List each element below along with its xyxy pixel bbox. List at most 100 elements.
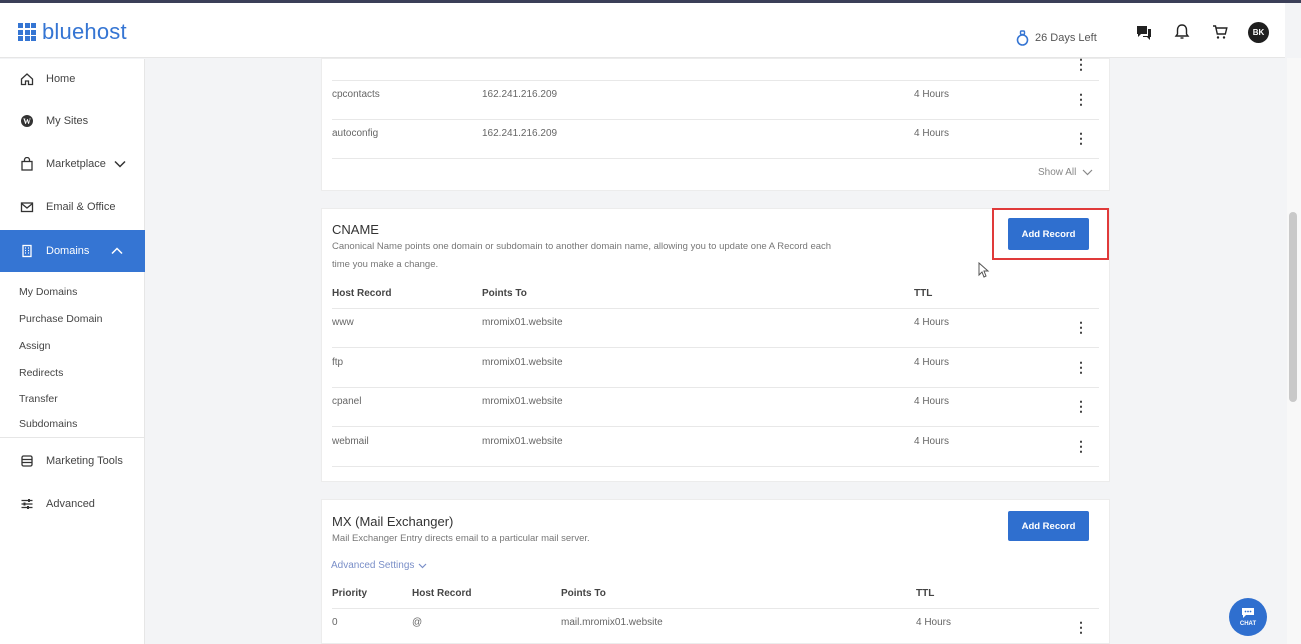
sidebar-item-label: Advanced — [46, 498, 95, 510]
highlight-annotation-box — [992, 208, 1109, 260]
mx-card: MX (Mail Exchanger) Mail Exchanger Entry… — [321, 499, 1110, 644]
brand-name: bluehost — [42, 19, 127, 44]
column-host-record: Host Record — [412, 588, 472, 599]
chat-label: CHAT — [1239, 621, 1257, 627]
sidebar-sub-redirects[interactable]: Redirects — [19, 367, 63, 379]
sidebar-sub-purchase-domain[interactable]: Purchase Domain — [19, 313, 102, 325]
sliders-icon — [21, 499, 33, 509]
sidebar-item-label: Marketplace — [46, 158, 106, 170]
column-ttl: TTL — [916, 588, 935, 599]
sidebar-item-label: Email & Office — [46, 201, 116, 213]
points-to-cell: mail.mromix01.website — [561, 617, 663, 628]
page-scrollbar-thumb[interactable] — [1289, 212, 1297, 402]
row-divider — [332, 608, 1099, 609]
bag-icon — [21, 157, 33, 171]
sidebar-sub-transfer[interactable]: Transfer — [19, 393, 58, 405]
sidebar-sub-subdomains[interactable]: Subdomains — [19, 418, 77, 430]
cname-description-line2: time you make a change. — [332, 259, 439, 270]
sidebar-item-marketplace[interactable]: Marketplace — [0, 144, 145, 184]
svg-text:W: W — [23, 117, 31, 126]
show-all-label: Show All — [1038, 167, 1077, 178]
row-menu-kebab[interactable]: ⋮ — [1074, 360, 1088, 374]
points-to-cell: mromix01.website — [482, 396, 563, 407]
cname-title: CNAME — [332, 222, 379, 237]
trial-status[interactable]: 26 Days Left — [1016, 30, 1097, 46]
user-avatar[interactable]: BK — [1248, 22, 1269, 43]
trial-days-left: 26 Days Left — [1035, 32, 1097, 44]
sidebar-item-home[interactable]: Home — [0, 59, 145, 99]
row-divider — [332, 119, 1099, 120]
sidebar-item-email-office[interactable]: Email & Office — [0, 187, 145, 227]
sidebar-sub-my-domains[interactable]: My Domains — [19, 286, 77, 298]
column-points-to: Points To — [561, 588, 606, 599]
host-record-cell: autoconfig — [332, 128, 379, 139]
row-menu-kebab[interactable]: ⋮ — [1074, 92, 1088, 106]
sidebar-item-marketing-tools[interactable]: Marketing Tools — [0, 441, 145, 481]
trial-clock-icon — [1016, 30, 1029, 46]
chat-widget-button[interactable]: CHAT — [1229, 598, 1267, 636]
sidebar-item-advanced[interactable]: Advanced — [0, 484, 145, 524]
row-menu-kebab[interactable]: ⋮ — [1074, 399, 1088, 413]
row-divider — [332, 387, 1099, 388]
row-divider — [332, 466, 1099, 467]
row-divider — [332, 158, 1099, 159]
column-priority: Priority — [332, 588, 368, 599]
points-to-cell: 162.241.216.209 — [482, 89, 558, 100]
priority-cell: 0 — [332, 617, 338, 628]
sidebar-item-label: My Sites — [46, 115, 89, 127]
ttl-cell: 4 Hours — [914, 396, 950, 407]
mx-add-record-button[interactable]: Add Record — [1008, 511, 1089, 541]
column-host-record: Host Record — [332, 288, 392, 299]
chat-bubble-icon[interactable] — [1135, 23, 1153, 41]
row-menu-kebab[interactable]: ⋮ — [1074, 131, 1088, 145]
host-record-cell: webmail — [332, 436, 369, 447]
mx-description: Mail Exchanger Entry directs email to a … — [332, 533, 590, 544]
sidebar-item-domains[interactable]: Domains — [0, 230, 145, 272]
sidebar-sub-assign[interactable]: Assign — [19, 340, 51, 352]
ttl-cell: 4 Hours — [914, 357, 950, 368]
row-divider — [332, 80, 1099, 81]
building-icon — [22, 244, 32, 258]
bell-icon[interactable] — [1173, 23, 1191, 41]
cart-icon[interactable] — [1211, 23, 1229, 41]
sidebar-item-label: Domains — [46, 245, 90, 257]
row-divider — [332, 347, 1099, 348]
points-to-cell: mromix01.website — [482, 317, 563, 328]
cname-description-line1: Canonical Name points one domain or subd… — [332, 241, 832, 252]
row-menu-kebab[interactable]: ⋮ — [1074, 57, 1088, 71]
sidebar-item-label: Home — [46, 73, 76, 85]
ttl-cell: 4 Hours — [914, 436, 950, 447]
bluehost-logo[interactable]: bluehost — [18, 19, 127, 45]
logo-grid-icon — [18, 23, 36, 41]
ttl-cell: 4 Hours — [914, 317, 950, 328]
host-record-cell: www — [332, 317, 354, 328]
chevron-down-icon — [114, 160, 126, 168]
column-points-to: Points To — [482, 288, 527, 299]
row-menu-kebab[interactable]: ⋮ — [1074, 620, 1088, 634]
sidebar: Home W My Sites Marketplace Email & Offi… — [0, 59, 145, 644]
mouse-cursor-icon — [978, 262, 990, 278]
chevron-down-icon — [1082, 169, 1093, 176]
row-menu-kebab[interactable]: ⋮ — [1074, 320, 1088, 334]
sidebar-item-label: Marketing Tools — [46, 455, 123, 467]
chat-icon — [1242, 608, 1254, 618]
chevron-down-icon — [418, 563, 427, 568]
home-icon — [20, 73, 34, 86]
wordpress-icon: W — [21, 115, 33, 127]
host-record-cell: ftp — [332, 357, 344, 368]
advanced-settings-label: Advanced Settings — [331, 560, 415, 571]
points-to-cell: 162.241.216.209 — [482, 128, 558, 139]
column-ttl: TTL — [914, 288, 933, 299]
row-divider — [332, 308, 1099, 309]
show-all-link[interactable]: Show All — [1038, 167, 1093, 178]
points-to-cell: mromix01.website — [482, 357, 563, 368]
ttl-cell: 4 Hours — [914, 128, 950, 139]
sidebar-item-my-sites[interactable]: W My Sites — [0, 101, 145, 141]
advanced-settings-toggle[interactable]: Advanced Settings — [331, 560, 427, 571]
host-record-cell: @ — [412, 617, 423, 628]
row-menu-kebab[interactable]: ⋮ — [1074, 439, 1088, 453]
ttl-cell: 4 Hours — [916, 617, 952, 628]
chevron-up-icon — [111, 247, 123, 255]
a-records-card: ⋮ cpcontacts 162.241.216.209 4 Hours ⋮ a… — [321, 57, 1110, 191]
database-icon — [21, 455, 33, 467]
